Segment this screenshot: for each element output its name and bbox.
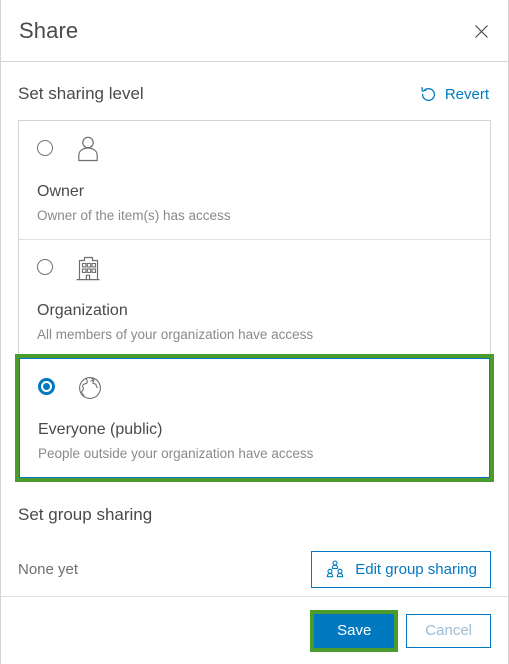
radio-everyone-public[interactable] — [38, 378, 55, 395]
sharing-level-title: Set sharing level — [18, 84, 144, 103]
group-sharing-status: None yet — [18, 561, 79, 578]
sharing-option-everyone-label: Everyone (public) — [38, 421, 163, 438]
revert-label: Revert — [444, 85, 489, 103]
edit-group-sharing-button[interactable]: Edit group sharing — [311, 551, 491, 588]
building-icon — [71, 252, 105, 286]
sharing-option-owner-description: Owner of the item(s) has access — [37, 208, 231, 223]
sharing-level-header: Set sharing level Revert — [18, 62, 491, 120]
sharing-option-organization-description: All members of your organization have ac… — [37, 327, 314, 342]
sharing-option-owner-row — [37, 136, 472, 181]
sharing-option-everyone-description: People outside your organization have ac… — [38, 446, 314, 461]
save-button[interactable]: Save — [310, 609, 399, 652]
sharing-option-organization[interactable]: Organization All members of your organiz… — [19, 239, 490, 358]
sharing-option-everyone-public[interactable]: Everyone (public) People outside your or… — [15, 354, 494, 482]
page-title: Share — [19, 17, 79, 43]
globe-icon — [73, 371, 107, 405]
sharing-option-organization-label: Organization — [37, 302, 128, 319]
sharing-level-section: Set sharing level Revert Owner Owner of … — [1, 62, 508, 482]
sharing-option-owner[interactable]: Owner Owner of the item(s) has access — [19, 121, 490, 239]
group-people-icon — [325, 560, 345, 579]
revert-circular-arrow-icon — [419, 85, 438, 104]
edit-group-sharing-label: Edit group sharing — [355, 561, 477, 578]
close-icon[interactable] — [466, 16, 496, 46]
sharing-option-owner-label: Owner — [37, 183, 85, 200]
sharing-option-everyone-row — [38, 375, 471, 419]
radio-organization[interactable] — [37, 259, 53, 275]
sharing-level-options: Owner Owner of the item(s) has access Or… — [15, 120, 494, 482]
sharing-option-organization-row — [37, 256, 472, 300]
person-icon — [71, 133, 105, 167]
group-sharing-title: Set group sharing — [18, 505, 153, 524]
group-sharing-section: Set group sharing None yet Edit group sh… — [1, 505, 508, 588]
cancel-button[interactable]: Cancel — [406, 613, 491, 648]
dialog-footer: Save Cancel — [1, 596, 508, 664]
dialog-header: Share — [1, 0, 508, 62]
share-dialog: Share Set sharing level Revert Owner Own… — [0, 0, 509, 664]
group-sharing-row: None yet Edit group sharing — [18, 551, 491, 588]
radio-owner[interactable] — [37, 140, 53, 156]
revert-button[interactable]: Revert — [419, 85, 491, 104]
